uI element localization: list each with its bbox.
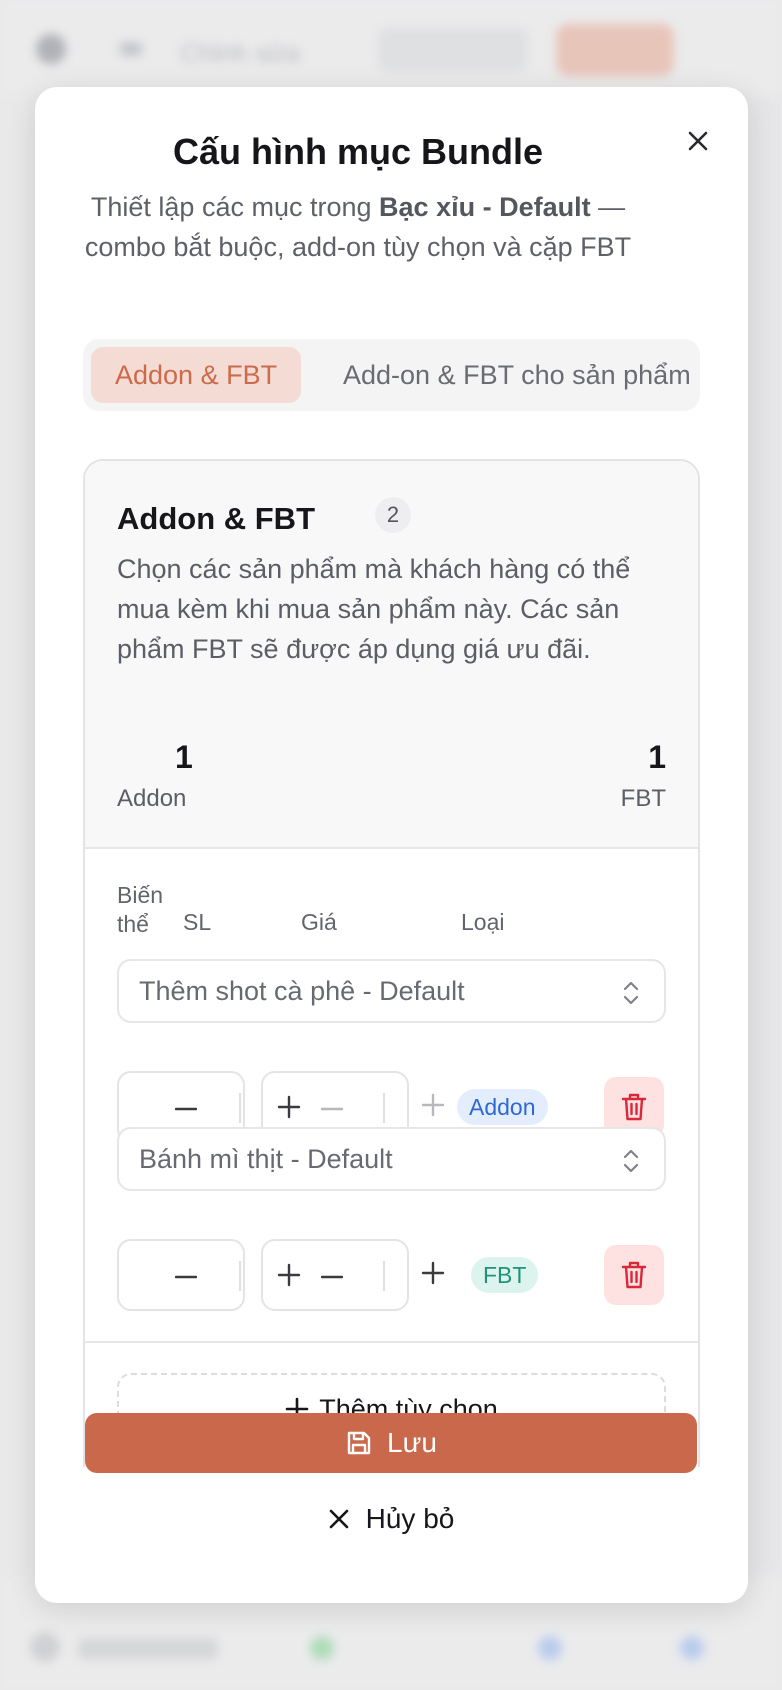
minus-icon[interactable] <box>175 1099 197 1119</box>
background-status-dot <box>680 1636 704 1660</box>
stepper-divider <box>239 1261 241 1291</box>
close-icon <box>329 1509 348 1529</box>
chevron-up-down-icon <box>623 1149 639 1173</box>
type-badge-addon: Addon <box>457 1089 548 1125</box>
variant-select-value: Thêm shot cà phê - Default <box>139 975 465 1006</box>
background-breadcrumb: Chỉnh sửa <box>180 38 301 68</box>
variant-select[interactable]: Bánh mì thịt - Default <box>117 1127 666 1191</box>
count-badge: 2 <box>375 497 411 533</box>
tab-addon-fbt[interactable]: Addon & FBT <box>91 347 302 403</box>
variant-select-value: Bánh mì thịt - Default <box>139 1143 393 1174</box>
trash-icon <box>621 1093 647 1121</box>
bundle-config-modal: Cấu hình mục Bundle Thiết lập các mục tr… <box>35 87 748 1603</box>
background-status-dot <box>538 1636 562 1660</box>
fbt-count-label: FBT <box>620 785 666 812</box>
plus-icon[interactable] <box>277 1263 301 1287</box>
column-type: Loại <box>461 909 505 935</box>
addon-count-value: 1 <box>175 739 193 775</box>
column-price: Giá <box>301 909 337 935</box>
subtitle-prefix: Thiết lập các mục trong <box>90 192 380 222</box>
addon-count-label: Addon <box>117 785 187 812</box>
background-primary-button <box>556 24 674 76</box>
cancel-label: Hủy bỏ <box>365 1503 455 1534</box>
fbt-count-value: 1 <box>648 739 666 775</box>
cancel-button[interactable]: Hủy bỏ <box>85 1489 697 1549</box>
stepper-divider <box>239 1093 241 1123</box>
column-qty: SL <box>183 909 212 935</box>
addon-fbt-card: Addon & FBT 2 Chọn các sản phẩm mà khách… <box>83 459 700 1467</box>
background-status-dot <box>310 1636 334 1660</box>
card-header: Addon & FBT 2 Chọn các sản phẩm mà khách… <box>85 461 698 849</box>
minus-icon[interactable] <box>175 1267 197 1287</box>
save-button[interactable]: Lưu <box>85 1413 697 1473</box>
plus-icon[interactable] <box>277 1095 301 1119</box>
save-icon <box>347 1431 371 1455</box>
modal-title: Cấu hình mục Bundle <box>172 131 543 172</box>
modal-scroll-area[interactable]: Addon & FBT 2 Chọn các sản phẩm mà khách… <box>35 459 748 1467</box>
tab-bar: Addon & FBT Add-on & FBT cho sản phẩm <box>83 339 700 411</box>
plus-icon[interactable] <box>421 1261 445 1285</box>
minus-icon[interactable] <box>321 1099 343 1119</box>
modal-subtitle: Thiết lập các mục trong Bạc xỉu - Defaul… <box>75 187 641 267</box>
stepper-divider <box>383 1261 385 1291</box>
minus-icon[interactable] <box>321 1267 343 1287</box>
background-sidebar <box>742 95 782 1575</box>
subtitle-product: Bạc xỉu - Default <box>379 192 591 222</box>
background-button <box>378 28 528 72</box>
trash-icon <box>621 1261 647 1289</box>
close-button[interactable] <box>678 121 718 161</box>
background-menu-icon <box>36 34 66 64</box>
variant-select[interactable]: Thêm shot cà phê - Default <box>117 959 666 1023</box>
stepper-divider <box>383 1093 385 1123</box>
chevron-up-down-icon <box>623 981 639 1005</box>
section-title: Addon & FBT <box>117 501 316 536</box>
save-label: Lưu <box>387 1427 437 1458</box>
type-badge-fbt: FBT <box>471 1257 539 1293</box>
tab-product-addon-fbt[interactable]: Add-on & FBT cho sản phẩm <box>343 347 691 403</box>
background-back-icon <box>120 42 142 56</box>
close-icon <box>688 131 708 151</box>
background-bottom-icon <box>30 1632 60 1662</box>
background-bottom-text <box>78 1638 218 1660</box>
quantity-stepper[interactable] <box>117 1239 245 1311</box>
section-description: Chọn các sản phẩm mà khách hàng có thể m… <box>117 554 631 664</box>
card-divider <box>85 1341 698 1343</box>
delete-item-button[interactable] <box>604 1245 664 1305</box>
column-variant: Biến thể <box>117 882 164 937</box>
price-stepper[interactable] <box>261 1239 409 1311</box>
plus-icon[interactable] <box>421 1093 445 1117</box>
